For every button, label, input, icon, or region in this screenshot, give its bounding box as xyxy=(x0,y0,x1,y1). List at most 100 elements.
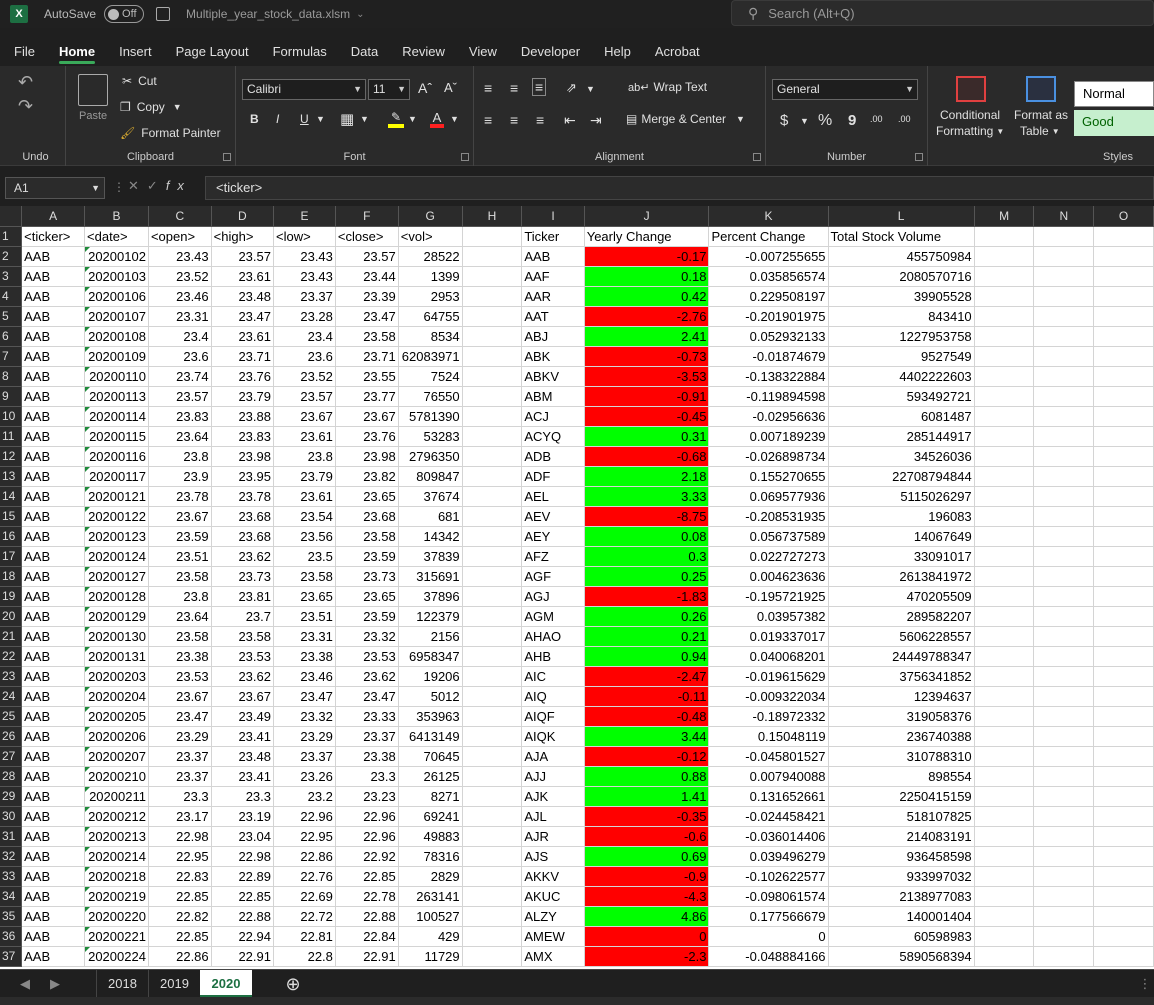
cell[interactable] xyxy=(974,606,1035,627)
cell[interactable]: 3756341852 xyxy=(828,666,975,687)
cell[interactable] xyxy=(1093,906,1154,927)
cell[interactable]: -0.48 xyxy=(584,706,710,727)
cell[interactable] xyxy=(1093,746,1154,767)
cell[interactable]: 22.91 xyxy=(335,946,399,967)
cell[interactable]: 23.4 xyxy=(148,326,212,347)
cell[interactable]: 20200107 xyxy=(84,306,149,327)
row-header[interactable]: 27 xyxy=(0,746,23,767)
cell[interactable]: 20200128 xyxy=(84,586,149,607)
cell[interactable]: 23.26 xyxy=(273,766,336,787)
cell[interactable]: 22.76 xyxy=(273,866,336,887)
alignment-launcher-icon[interactable] xyxy=(753,153,761,161)
cell[interactable]: 0.131652661 xyxy=(708,786,829,807)
cell[interactable]: 20200121 xyxy=(84,486,149,507)
cell[interactable] xyxy=(974,286,1035,307)
increase-decimal-button[interactable]: .00 xyxy=(870,114,883,124)
cell[interactable]: 23.76 xyxy=(211,366,275,387)
cell[interactable]: AAB xyxy=(21,706,86,727)
cell[interactable]: 23.29 xyxy=(148,726,212,747)
cell[interactable]: 20200102 xyxy=(84,246,149,267)
cell[interactable]: AAB xyxy=(21,586,86,607)
cell[interactable]: AAB xyxy=(21,486,86,507)
cell[interactable]: 23.46 xyxy=(148,286,212,307)
select-all-corner[interactable] xyxy=(0,206,23,227)
cell[interactable]: AIC xyxy=(521,666,585,687)
cell[interactable]: AAB xyxy=(21,566,86,587)
cell[interactable] xyxy=(462,446,523,467)
cell[interactable] xyxy=(1093,926,1154,947)
cell[interactable] xyxy=(1093,366,1154,387)
cell[interactable]: 23.64 xyxy=(148,606,212,627)
cell[interactable]: -0.048884166 xyxy=(708,946,829,967)
cell[interactable] xyxy=(462,586,523,607)
cell[interactable] xyxy=(462,726,523,747)
cell[interactable] xyxy=(974,886,1035,907)
cell[interactable]: AAB xyxy=(21,406,86,427)
cell[interactable]: AJR xyxy=(521,826,585,847)
cell[interactable]: 0.25 xyxy=(584,566,710,587)
row-header[interactable]: 6 xyxy=(0,326,23,347)
cell[interactable]: 23.58 xyxy=(335,526,399,547)
column-header[interactable]: L xyxy=(828,206,975,227)
cell[interactable]: 0 xyxy=(708,926,829,947)
tab-file[interactable]: File xyxy=(4,44,45,64)
cell[interactable]: -0.201901975 xyxy=(708,306,829,327)
cell[interactable]: 20200218 xyxy=(84,866,149,887)
cell[interactable]: 429 xyxy=(398,926,463,947)
cell[interactable]: AAB xyxy=(21,366,86,387)
cell[interactable]: 26125 xyxy=(398,766,463,787)
percent-button[interactable]: % xyxy=(818,112,832,130)
redo-icon[interactable]: ↷ xyxy=(18,96,33,117)
cell[interactable]: -0.195721925 xyxy=(708,586,829,607)
cell[interactable]: 23.59 xyxy=(148,526,212,547)
cell[interactable]: -2.47 xyxy=(584,666,710,687)
cell[interactable] xyxy=(974,486,1035,507)
fill-chevron-icon[interactable]: ▼ xyxy=(408,114,417,124)
cell[interactable] xyxy=(974,246,1035,267)
cell[interactable]: 20200212 xyxy=(84,806,149,827)
cell[interactable]: 53283 xyxy=(398,426,463,447)
currency-chevron-icon[interactable]: ▼ xyxy=(800,116,809,126)
cell[interactable]: AAR xyxy=(521,286,585,307)
cell[interactable]: 0 xyxy=(584,926,710,947)
cell[interactable]: AAB xyxy=(21,546,86,567)
cell[interactable]: 20200127 xyxy=(84,566,149,587)
cell[interactable]: 76550 xyxy=(398,386,463,407)
cell[interactable]: -0.024458421 xyxy=(708,806,829,827)
cell[interactable] xyxy=(1033,246,1095,267)
cell[interactable]: 23.3 xyxy=(335,766,399,787)
cell[interactable]: 20200108 xyxy=(84,326,149,347)
cell[interactable]: 2156 xyxy=(398,626,463,647)
cell[interactable]: AAB xyxy=(21,266,86,287)
cell[interactable] xyxy=(974,706,1035,727)
sheet-tab-2018[interactable]: 2018 xyxy=(96,970,148,998)
cell[interactable]: 0.69 xyxy=(584,846,710,867)
column-header[interactable]: A xyxy=(21,206,86,227)
cell[interactable]: -0.036014406 xyxy=(708,826,829,847)
cell[interactable] xyxy=(1093,246,1154,267)
cell[interactable]: 22.98 xyxy=(148,826,212,847)
cell[interactable]: 23.61 xyxy=(273,486,336,507)
cell[interactable] xyxy=(1033,306,1095,327)
cell[interactable]: 37674 xyxy=(398,486,463,507)
format-table-icon[interactable] xyxy=(1026,76,1056,102)
cell[interactable]: 0.03957382 xyxy=(708,606,829,627)
cell[interactable] xyxy=(462,426,523,447)
row-header[interactable]: 36 xyxy=(0,926,23,947)
cell[interactable] xyxy=(1033,326,1095,347)
cell[interactable]: 0.15048119 xyxy=(708,726,829,747)
row-header[interactable]: 22 xyxy=(0,646,23,667)
cell[interactable] xyxy=(974,786,1035,807)
tab-page-layout[interactable]: Page Layout xyxy=(166,44,259,64)
cell[interactable] xyxy=(974,666,1035,687)
cell[interactable]: AMEW xyxy=(521,926,585,947)
align-left-icon[interactable]: ≡ xyxy=(484,112,492,128)
row-header[interactable]: 26 xyxy=(0,726,23,747)
wrap-text-button[interactable]: ab↵ Wrap Text xyxy=(628,80,707,94)
cell[interactable]: 6081487 xyxy=(828,406,975,427)
cell[interactable] xyxy=(1093,266,1154,287)
sheet-table[interactable]: ABCDEFGHIJKLMNO 1 <ticker> <date> <open> <hi… xyxy=(0,206,1154,967)
cell[interactable]: 23.23 xyxy=(335,786,399,807)
cell[interactable] xyxy=(1033,666,1095,687)
cell[interactable] xyxy=(1093,806,1154,827)
